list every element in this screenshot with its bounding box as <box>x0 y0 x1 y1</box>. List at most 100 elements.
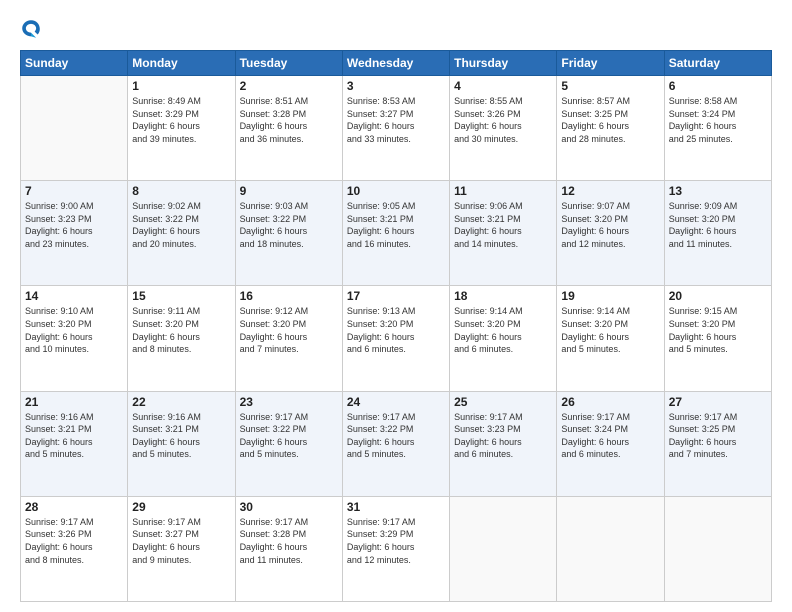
logo <box>20 18 46 40</box>
weekday-header-monday: Monday <box>128 51 235 76</box>
calendar-cell: 25Sunrise: 9:17 AM Sunset: 3:23 PM Dayli… <box>450 391 557 496</box>
cell-info: Sunrise: 9:16 AM Sunset: 3:21 PM Dayligh… <box>25 411 123 461</box>
calendar-week-row: 14 Sunrise: 9:10 AM Sunset: 3:20 PM Dayli… <box>21 286 772 391</box>
day-number: 25 <box>454 395 552 409</box>
cell-info: Sunrise: 9:03 AM Sunset: 3:22 PM Dayligh… <box>240 200 338 250</box>
weekday-header-tuesday: Tuesday <box>235 51 342 76</box>
day-number: 23 <box>240 395 338 409</box>
day-number: 12 <box>561 184 659 198</box>
day-number: 14 <box>25 289 123 303</box>
day-number: 31 <box>347 500 445 514</box>
day-number: 24 <box>347 395 445 409</box>
day-number: 7 <box>25 184 123 198</box>
cell-info: Sunrise: 9:02 AM Sunset: 3:22 PM Dayligh… <box>132 200 230 250</box>
calendar-cell: 15 Sunrise: 9:11 AM Sunset: 3:20 PM Dayli… <box>128 286 235 391</box>
calendar-cell: 4Sunrise: 8:55 AM Sunset: 3:26 PM Daylig… <box>450 76 557 181</box>
day-number: 30 <box>240 500 338 514</box>
day-number: 15 <box>132 289 230 303</box>
calendar-cell: 11 Sunrise: 9:06 AM Sunset: 3:21 PM Dayli… <box>450 181 557 286</box>
calendar-cell: 16 Sunrise: 9:12 AM Sunset: 3:20 PM Dayli… <box>235 286 342 391</box>
day-number: 1 <box>132 79 230 93</box>
calendar-cell: 31 Sunrise: 9:17 AM Sunset: 3:29 PM Dayli… <box>342 496 449 601</box>
calendar-cell: 21Sunrise: 9:16 AM Sunset: 3:21 PM Dayli… <box>21 391 128 496</box>
calendar-cell: 1 Sunrise: 8:49 AM Sunset: 3:29 PM Daylig… <box>128 76 235 181</box>
cell-info: Sunrise: 9:17 AM Sunset: 3:22 PM Dayligh… <box>240 411 338 461</box>
day-number: 8 <box>132 184 230 198</box>
page: SundayMondayTuesdayWednesdayThursdayFrid… <box>0 0 792 612</box>
cell-info: Sunrise: 8:49 AM Sunset: 3:29 PM Dayligh… <box>132 95 230 145</box>
calendar-cell: 6 Sunrise: 8:58 AM Sunset: 3:24 PM Daylig… <box>664 76 771 181</box>
day-number: 28 <box>25 500 123 514</box>
calendar-cell: 5Sunrise: 8:57 AM Sunset: 3:25 PM Daylig… <box>557 76 664 181</box>
cell-info: Sunrise: 9:05 AM Sunset: 3:21 PM Dayligh… <box>347 200 445 250</box>
calendar-cell: 9 Sunrise: 9:03 AM Sunset: 3:22 PM Daylig… <box>235 181 342 286</box>
day-number: 3 <box>347 79 445 93</box>
calendar-cell: 27Sunrise: 9:17 AM Sunset: 3:25 PM Dayli… <box>664 391 771 496</box>
cell-info: Sunrise: 9:06 AM Sunset: 3:21 PM Dayligh… <box>454 200 552 250</box>
calendar-week-row: 21Sunrise: 9:16 AM Sunset: 3:21 PM Dayli… <box>21 391 772 496</box>
day-number: 19 <box>561 289 659 303</box>
weekday-header-friday: Friday <box>557 51 664 76</box>
calendar-cell: 30 Sunrise: 9:17 AM Sunset: 3:28 PM Dayli… <box>235 496 342 601</box>
cell-info: Sunrise: 9:10 AM Sunset: 3:20 PM Dayligh… <box>25 305 123 355</box>
day-number: 22 <box>132 395 230 409</box>
calendar-week-row: 7 Sunrise: 9:00 AM Sunset: 3:23 PM Daylig… <box>21 181 772 286</box>
calendar-cell: 19 Sunrise: 9:14 AM Sunset: 3:20 PM Dayli… <box>557 286 664 391</box>
cell-info: Sunrise: 9:17 AM Sunset: 3:29 PM Dayligh… <box>347 516 445 566</box>
calendar-cell: 22 Sunrise: 9:16 AM Sunset: 3:21 PM Dayli… <box>128 391 235 496</box>
calendar-cell <box>21 76 128 181</box>
cell-info: Sunrise: 9:15 AM Sunset: 3:20 PM Dayligh… <box>669 305 767 355</box>
calendar-cell: 24 Sunrise: 9:17 AM Sunset: 3:22 PM Dayli… <box>342 391 449 496</box>
cell-info: Sunrise: 9:14 AM Sunset: 3:20 PM Dayligh… <box>454 305 552 355</box>
weekday-header-sunday: Sunday <box>21 51 128 76</box>
calendar-cell: 20 Sunrise: 9:15 AM Sunset: 3:20 PM Dayli… <box>664 286 771 391</box>
weekday-header-thursday: Thursday <box>450 51 557 76</box>
calendar-cell <box>557 496 664 601</box>
cell-info: Sunrise: 9:12 AM Sunset: 3:20 PM Dayligh… <box>240 305 338 355</box>
calendar-week-row: 1 Sunrise: 8:49 AM Sunset: 3:29 PM Daylig… <box>21 76 772 181</box>
day-number: 16 <box>240 289 338 303</box>
calendar-cell: 10Sunrise: 9:05 AM Sunset: 3:21 PM Dayli… <box>342 181 449 286</box>
cell-info: Sunrise: 9:17 AM Sunset: 3:27 PM Dayligh… <box>132 516 230 566</box>
cell-info: Sunrise: 8:57 AM Sunset: 3:25 PM Dayligh… <box>561 95 659 145</box>
cell-info: Sunrise: 9:14 AM Sunset: 3:20 PM Dayligh… <box>561 305 659 355</box>
calendar-cell: 7 Sunrise: 9:00 AM Sunset: 3:23 PM Daylig… <box>21 181 128 286</box>
calendar-cell: 3 Sunrise: 8:53 AM Sunset: 3:27 PM Daylig… <box>342 76 449 181</box>
cell-info: Sunrise: 9:07 AM Sunset: 3:20 PM Dayligh… <box>561 200 659 250</box>
cell-info: Sunrise: 9:17 AM Sunset: 3:24 PM Dayligh… <box>561 411 659 461</box>
cell-info: Sunrise: 9:09 AM Sunset: 3:20 PM Dayligh… <box>669 200 767 250</box>
logo-icon <box>20 18 42 40</box>
calendar-cell: 18Sunrise: 9:14 AM Sunset: 3:20 PM Dayli… <box>450 286 557 391</box>
calendar-cell <box>664 496 771 601</box>
calendar-cell: 29Sunrise: 9:17 AM Sunset: 3:27 PM Dayli… <box>128 496 235 601</box>
day-number: 13 <box>669 184 767 198</box>
calendar-cell: 12 Sunrise: 9:07 AM Sunset: 3:20 PM Dayli… <box>557 181 664 286</box>
cell-info: Sunrise: 9:00 AM Sunset: 3:23 PM Dayligh… <box>25 200 123 250</box>
cell-info: Sunrise: 8:58 AM Sunset: 3:24 PM Dayligh… <box>669 95 767 145</box>
calendar-cell: 2Sunrise: 8:51 AM Sunset: 3:28 PM Daylig… <box>235 76 342 181</box>
day-number: 9 <box>240 184 338 198</box>
day-number: 6 <box>669 79 767 93</box>
calendar-cell: 17 Sunrise: 9:13 AM Sunset: 3:20 PM Dayli… <box>342 286 449 391</box>
header <box>20 18 772 40</box>
day-number: 20 <box>669 289 767 303</box>
day-number: 27 <box>669 395 767 409</box>
weekday-header-saturday: Saturday <box>664 51 771 76</box>
day-number: 4 <box>454 79 552 93</box>
calendar-table: SundayMondayTuesdayWednesdayThursdayFrid… <box>20 50 772 602</box>
calendar-cell: 8 Sunrise: 9:02 AM Sunset: 3:22 PM Daylig… <box>128 181 235 286</box>
weekday-header-row: SundayMondayTuesdayWednesdayThursdayFrid… <box>21 51 772 76</box>
day-number: 26 <box>561 395 659 409</box>
day-number: 11 <box>454 184 552 198</box>
calendar-cell: 28 Sunrise: 9:17 AM Sunset: 3:26 PM Dayli… <box>21 496 128 601</box>
cell-info: Sunrise: 9:17 AM Sunset: 3:28 PM Dayligh… <box>240 516 338 566</box>
day-number: 2 <box>240 79 338 93</box>
day-number: 17 <box>347 289 445 303</box>
cell-info: Sunrise: 9:17 AM Sunset: 3:22 PM Dayligh… <box>347 411 445 461</box>
cell-info: Sunrise: 9:16 AM Sunset: 3:21 PM Dayligh… <box>132 411 230 461</box>
cell-info: Sunrise: 9:13 AM Sunset: 3:20 PM Dayligh… <box>347 305 445 355</box>
cell-info: Sunrise: 9:11 AM Sunset: 3:20 PM Dayligh… <box>132 305 230 355</box>
calendar-cell: 13 Sunrise: 9:09 AM Sunset: 3:20 PM Dayli… <box>664 181 771 286</box>
cell-info: Sunrise: 8:53 AM Sunset: 3:27 PM Dayligh… <box>347 95 445 145</box>
cell-info: Sunrise: 9:17 AM Sunset: 3:26 PM Dayligh… <box>25 516 123 566</box>
